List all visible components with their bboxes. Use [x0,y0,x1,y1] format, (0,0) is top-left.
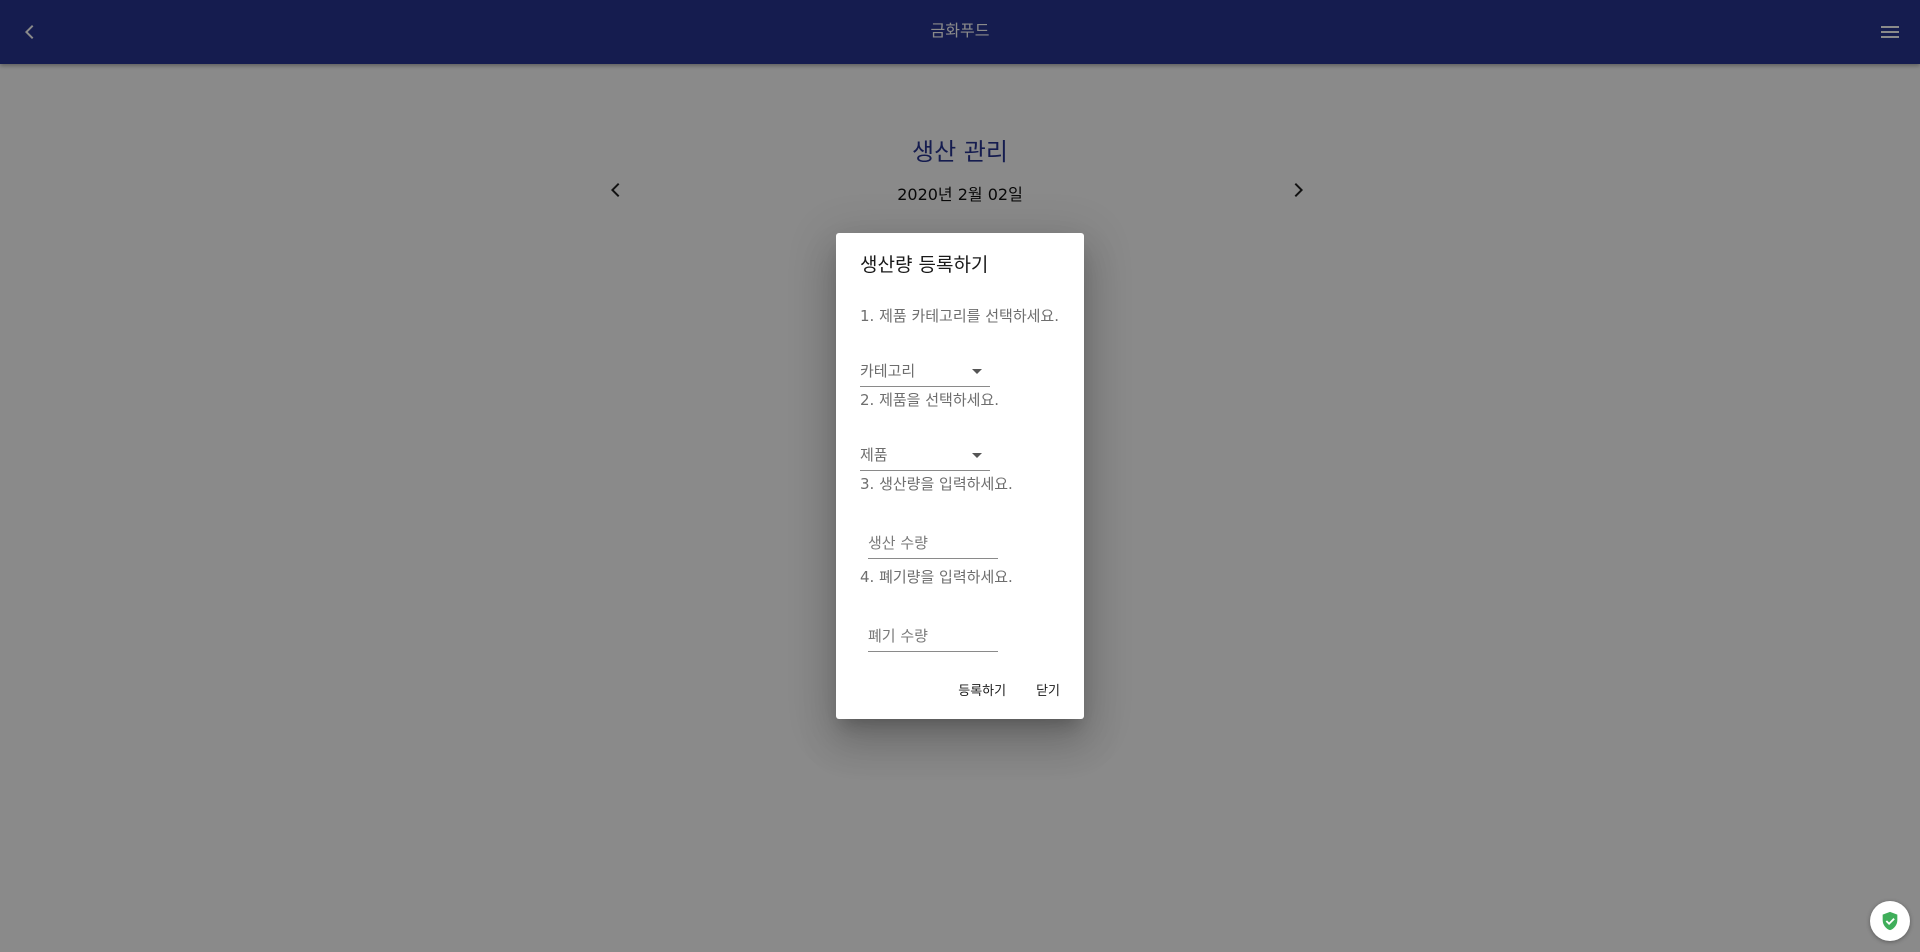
waste-quantity-input[interactable] [868,621,998,652]
step-3-label: 3. 생산량을 입력하세요. [860,475,1013,493]
security-badge-button[interactable] [1870,901,1910,941]
caret-down-icon [972,453,982,458]
register-production-dialog: 생산량 등록하기 1. 제품 카테고리를 선택하세요. 카테고리 2. 제품을 … [836,233,1084,719]
category-select[interactable]: 카테고리 [860,356,990,387]
step-4-label: 4. 폐기량을 입력하세요. [860,568,1013,586]
register-button[interactable]: 등록하기 [948,672,1016,707]
production-quantity-input[interactable] [868,528,998,559]
shield-check-icon [1882,911,1898,931]
product-select[interactable]: 제품 [860,440,990,471]
dialog-actions: 등록하기 닫기 [948,672,1070,707]
category-select-value: 카테고리 [860,362,916,380]
dialog-title: 생산량 등록하기 [860,254,989,276]
caret-down-icon [972,369,982,374]
step-2-label: 2. 제품을 선택하세요. [860,391,1000,409]
product-select-value: 제품 [860,446,888,464]
step-1-label: 1. 제품 카테고리를 선택하세요. [860,307,1059,325]
close-button[interactable]: 닫기 [1026,672,1070,707]
